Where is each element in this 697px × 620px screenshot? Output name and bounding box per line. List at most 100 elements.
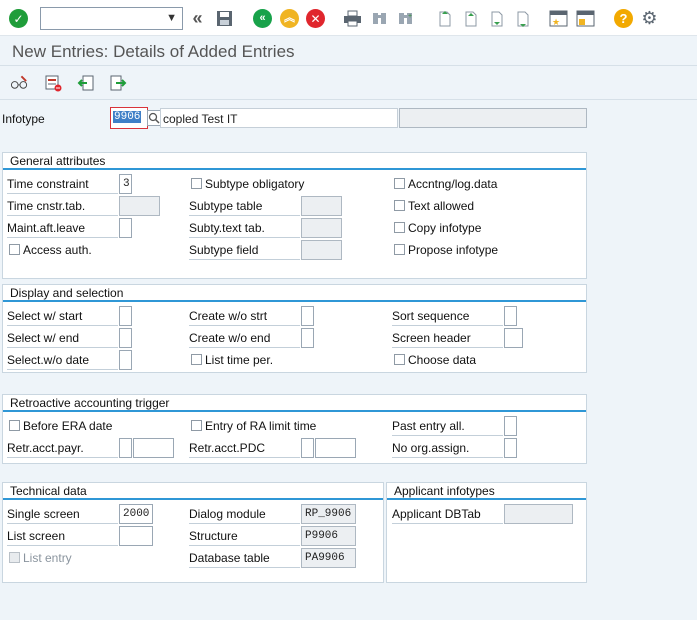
chevron-down-icon[interactable]: ▼ — [166, 12, 177, 24]
create-wo-end-label: Create w/o end — [189, 328, 300, 348]
choose-data-label: Choose data — [408, 353, 477, 367]
list-screen-label: List screen — [7, 526, 118, 546]
time-cnstr-tab-input[interactable] — [119, 196, 160, 216]
subtype-table-input[interactable] — [301, 196, 342, 216]
screen-header-input[interactable] — [504, 328, 523, 348]
retr-acct-payr-label: Retr.acct.payr. — [7, 438, 118, 458]
list-entry-label: List entry — [23, 551, 72, 565]
first-page-icon[interactable] — [435, 9, 454, 28]
create-wo-end-input[interactable] — [301, 328, 314, 348]
text-allowed-checkbox[interactable] — [394, 200, 405, 211]
select-wo-date-input[interactable] — [119, 350, 132, 370]
retroactive-accounting-heading: Retroactive accounting trigger — [10, 396, 170, 410]
no-org-assign-input[interactable] — [504, 438, 517, 458]
display-change-icon[interactable] — [10, 73, 29, 92]
entry-of-ra-limit-time-label: Entry of RA limit time — [205, 419, 317, 433]
list-screen-input[interactable] — [119, 526, 153, 546]
svg-text:+: + — [408, 13, 412, 20]
retr-acct-pdc-label: Retr.acct.PDC — [189, 438, 300, 458]
next-entry-icon[interactable] — [108, 73, 127, 92]
svg-text:★: ★ — [552, 17, 560, 27]
propose-infotype-checkbox[interactable] — [394, 244, 405, 255]
subtype-field-input[interactable] — [301, 240, 342, 260]
cancel-icon[interactable]: ✕ — [306, 9, 325, 28]
list-time-per-label: List time per. — [205, 353, 274, 367]
time-constraint-input[interactable]: 3 — [119, 174, 132, 194]
access-auth-checkbox[interactable] — [9, 244, 20, 255]
subtype-obligatory-checkbox[interactable] — [191, 178, 202, 189]
time-cnstr-tab-label: Time cnstr.tab. — [7, 196, 118, 216]
sort-sequence-label: Sort sequence — [392, 306, 503, 326]
maint-aft-leave-input[interactable] — [119, 218, 132, 238]
search-help-icon[interactable] — [147, 110, 161, 126]
application-toolbar — [0, 67, 697, 100]
command-field[interactable]: ▼ — [40, 7, 183, 30]
copy-infotype-checkbox[interactable] — [394, 222, 405, 233]
select-w-start-label: Select w/ start — [7, 306, 118, 326]
display-selection-heading: Display and selection — [10, 286, 124, 300]
infotype-description: copled Test IT — [160, 108, 398, 128]
choose-data-checkbox[interactable] — [394, 354, 405, 365]
retr-acct-payr-input-2[interactable] — [133, 438, 174, 458]
subtype-field-label: Subtype field — [189, 240, 300, 260]
subty-text-tab-label: Subty.text tab. — [189, 218, 300, 238]
access-auth-label: Access auth. — [23, 243, 92, 257]
database-table-input[interactable]: PA9906 — [301, 548, 356, 568]
select-w-start-input[interactable] — [119, 306, 132, 326]
double-chevron-left-icon[interactable]: « — [188, 8, 207, 28]
entry-of-ra-limit-time-checkbox[interactable] — [191, 420, 202, 431]
past-entry-all-input[interactable] — [504, 416, 517, 436]
technical-data-heading: Technical data — [10, 484, 87, 498]
infotype-label: Infotype — [2, 112, 45, 126]
retr-acct-pdc-input-2[interactable] — [315, 438, 356, 458]
last-page-icon[interactable] — [513, 9, 532, 28]
find-next-icon[interactable]: + — [396, 9, 415, 28]
enter-icon[interactable]: ✓ — [9, 9, 28, 28]
time-constraint-label: Time constraint — [7, 174, 118, 194]
dialog-module-input[interactable]: RP_9906 — [301, 504, 356, 524]
retr-acct-payr-input-1[interactable] — [119, 438, 132, 458]
create-wo-strt-input[interactable] — [301, 306, 314, 326]
structure-input[interactable]: P9906 — [301, 526, 356, 546]
back-icon[interactable]: « — [253, 9, 272, 28]
create-wo-strt-label: Create w/o strt — [189, 306, 300, 326]
previous-page-icon[interactable] — [461, 9, 480, 28]
help-icon[interactable]: ? — [614, 9, 633, 28]
retr-acct-pdc-input-1[interactable] — [301, 438, 314, 458]
applicant-infotypes-heading: Applicant infotypes — [394, 484, 495, 498]
applicant-dbtab-input[interactable] — [504, 504, 573, 524]
single-screen-input[interactable]: 2000 — [119, 504, 153, 524]
applicant-infotypes-panel: Applicant infotypes — [386, 482, 587, 583]
previous-entry-icon[interactable] — [76, 73, 95, 92]
infotype-input[interactable]: 9906 — [110, 107, 148, 129]
sort-sequence-input[interactable] — [504, 306, 517, 326]
select-w-end-input[interactable] — [119, 328, 132, 348]
exit-icon[interactable]: ︽ — [280, 9, 299, 28]
subty-text-tab-input[interactable] — [301, 218, 342, 238]
structure-label: Structure — [189, 526, 300, 546]
copy-infotype-label: Copy infotype — [408, 221, 482, 235]
settings-icon[interactable]: ⚙ — [640, 8, 659, 28]
general-attributes-heading: General attributes — [10, 154, 106, 168]
list-time-per-checkbox[interactable] — [191, 354, 202, 365]
before-era-date-label: Before ERA date — [23, 419, 113, 433]
propose-infotype-label: Propose infotype — [408, 243, 499, 257]
infotype-extra-field — [399, 108, 587, 128]
select-w-end-label: Select w/ end — [7, 328, 118, 348]
next-page-icon[interactable] — [487, 9, 506, 28]
find-icon[interactable] — [370, 9, 389, 28]
before-era-date-checkbox[interactable] — [9, 420, 20, 431]
shortcut-icon[interactable] — [576, 9, 595, 28]
accntng-log-data-label: Accntng/log.data — [408, 177, 498, 191]
accntng-log-data-checkbox[interactable] — [394, 178, 405, 189]
system-toolbar: ✓ ▼ « « ︽ ✕ + ★ ? ⚙ — [0, 0, 697, 36]
main-content: Infotype 9906 copled Test IT General att… — [0, 101, 697, 620]
new-session-icon[interactable]: ★ — [549, 9, 568, 28]
select-wo-date-label: Select.w/o date — [7, 350, 118, 370]
save-icon[interactable] — [215, 9, 234, 28]
screen-header-label: Screen header — [392, 328, 503, 348]
delete-entry-icon[interactable] — [43, 73, 62, 92]
dialog-module-label: Dialog module — [189, 504, 300, 524]
past-entry-all-label: Past entry all. — [392, 416, 503, 436]
print-icon[interactable] — [343, 9, 362, 28]
